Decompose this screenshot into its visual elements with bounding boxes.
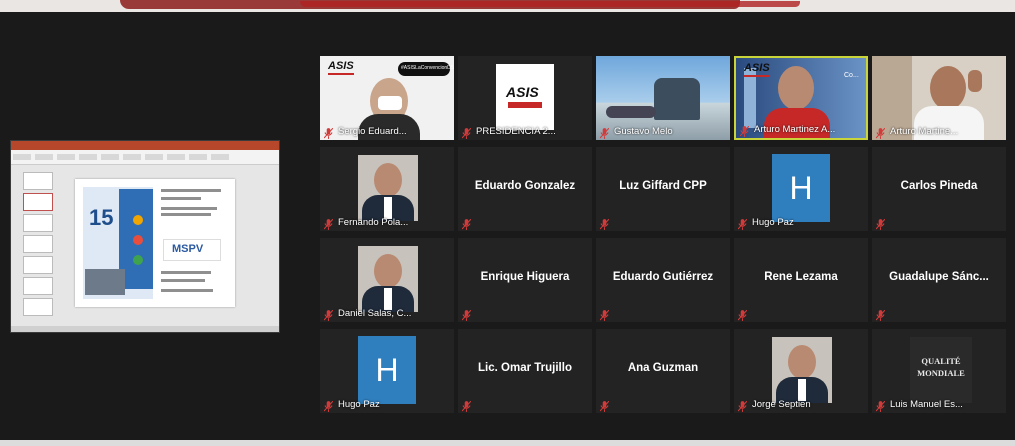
participant-tile[interactable]: Gustavo Melo [596,56,730,140]
asis-logo: ASIS [744,62,770,74]
muted-mic-icon [875,217,886,230]
participant-name: Sergio Eduard... [338,126,407,137]
asis-logo: ASIS [328,60,354,72]
participant-tile[interactable]: Carlos Pineda [872,147,1006,231]
participant-name: Arturo Martinez A... [754,124,836,135]
participant-display-name: Luz Giffard CPP [619,180,707,192]
participant-display-name: Eduardo Gonzalez [474,180,576,192]
participant-display-name: Enrique Higuera [480,271,570,283]
participant-tile[interactable]: H Hugo Paz [734,147,868,231]
muted-mic-icon [461,217,472,230]
participant-tile[interactable]: Eduardo Gutiérrez [596,238,730,322]
muted-mic-icon [875,126,886,139]
participant-tile[interactable]: Jorge Septien [734,329,868,413]
share-ribbon [11,150,279,165]
participant-tile[interactable]: H Hugo Paz [320,329,454,413]
participant-tile[interactable]: Fernando Pola... [320,147,454,231]
participant-tile[interactable]: Rene Lezama [734,238,868,322]
participant-tile[interactable]: Daniel Salas, C... [320,238,454,322]
muted-mic-icon [323,399,334,412]
participant-tile[interactable]: Lic. Omar Trujillo [458,329,592,413]
hashtag-badge: #ASISLaConvencionDSS2021 [401,65,454,71]
profile-photo [358,246,418,312]
muted-mic-icon [875,308,886,321]
muted-mic-icon [739,124,750,137]
participant-name: PRESIDENCIA 2... [476,126,556,137]
muted-mic-icon [323,217,334,230]
overlay-text: Co... [844,72,859,79]
muted-mic-icon [599,217,610,230]
participant-name: Gustavo Melo [614,126,673,137]
participant-display-name: Rene Lezama [764,271,838,283]
current-slide: 15 MSPV [75,179,235,307]
participant-tile[interactable]: Luz Giffard CPP [596,147,730,231]
profile-photo [358,155,418,221]
muted-mic-icon [461,399,472,412]
participant-tile[interactable]: QUALITÉ MONDIALE Luis Manuel Es... [872,329,1006,413]
participant-name: Luis Manuel Es... [890,399,963,410]
participant-tile[interactable]: Guadalupe Sánc... [872,238,1006,322]
muted-mic-icon [599,308,610,321]
muted-mic-icon [599,126,610,139]
header-brand-band [0,0,1015,12]
slide-thumbnails[interactable] [15,169,55,324]
muted-mic-icon [737,308,748,321]
muted-mic-icon [737,217,748,230]
participant-name: Jorge Septien [752,399,811,410]
participant-tile[interactable]: Arturo Martine... [872,56,1006,140]
slide-number: 15 [89,205,114,230]
profile-photo [772,337,832,403]
participant-tile[interactable]: Enrique Higuera [458,238,592,322]
share-statusbar [11,326,279,332]
brand-brushstroke-2 [300,1,800,7]
participant-display-name: Eduardo Gutiérrez [612,271,714,283]
muted-mic-icon [875,399,886,412]
participant-name: Hugo Paz [752,217,794,228]
qualite-mondiale-logo: QUALITÉ MONDIALE [917,356,965,378]
participant-name: Fernando Pola... [338,217,409,228]
muted-mic-icon [323,126,334,139]
participant-name: Daniel Salas, C... [338,308,412,319]
participant-name: Arturo Martine... [890,126,959,137]
share-titlebar [11,141,279,150]
participant-tile[interactable]: Co... ASIS Arturo Martinez A... [734,56,868,140]
initial-avatar: H [772,154,830,222]
mspv-logo: MSPV [163,239,221,261]
participant-tile[interactable]: Ana Guzman [596,329,730,413]
initial-avatar: H [358,336,416,404]
participant-display-name: Guadalupe Sánc... [889,271,989,283]
participant-display-name: Lic. Omar Trujillo [478,362,572,374]
muted-mic-icon [323,308,334,321]
muted-mic-icon [461,126,472,139]
participant-display-name: Carlos Pineda [900,180,978,192]
participant-tile[interactable]: #ASISLaConvencionDSS2021 ASIS Sergio Eduar… [320,56,454,140]
shared-screen[interactable]: 15 MSPV [10,140,280,333]
participant-tile[interactable]: Eduardo Gonzalez [458,147,592,231]
window-bottom-edge [0,440,1015,446]
participant-display-name: Ana Guzman [627,362,699,374]
muted-mic-icon [737,399,748,412]
share-body: 15 MSPV [11,165,279,332]
muted-mic-icon [461,308,472,321]
participant-name: Hugo Paz [338,399,380,410]
asis-logo: ASIS [506,84,539,100]
participant-tile[interactable]: ASIS PRESIDENCIA 2... [458,56,592,140]
muted-mic-icon [599,399,610,412]
